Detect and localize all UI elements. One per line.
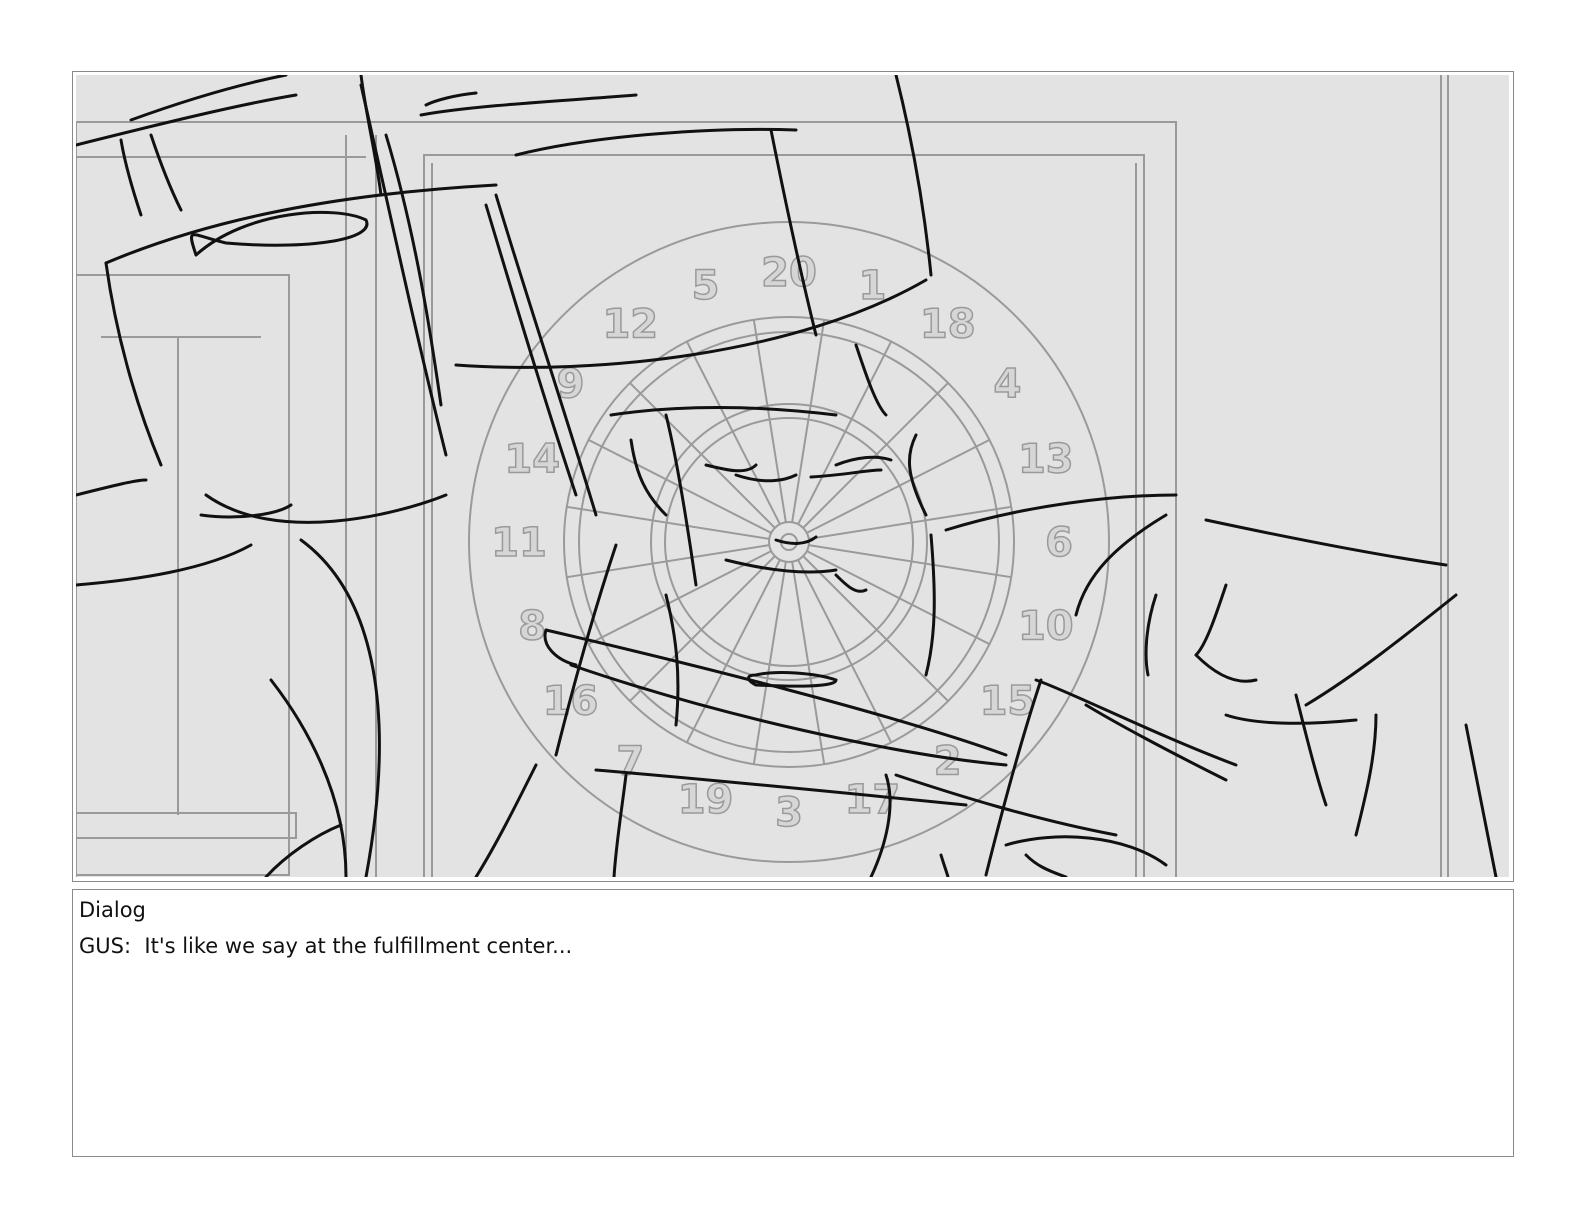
dartboard-number: 18 <box>920 302 976 348</box>
storyboard-panel-frame: 20 1 18 4 13 6 10 15 2 17 3 19 7 16 8 11 14 9 12 5 <box>72 71 1514 882</box>
dartboard-number: 17 <box>845 777 901 823</box>
dialog-heading: Dialog <box>79 898 146 922</box>
dartboard-number: 13 <box>1018 437 1074 483</box>
dartboard-number: 19 <box>678 777 734 823</box>
dartboard-number: 10 <box>1018 603 1074 649</box>
dartboard-number: 20 <box>761 250 817 296</box>
dartboard-number: 15 <box>980 679 1036 725</box>
dartboard-spoke <box>802 382 949 529</box>
dartboard-number: 5 <box>692 263 720 309</box>
dartboard-number: 12 <box>602 302 658 348</box>
room-background <box>76 75 1449 877</box>
storyboard-sketch: 20 1 18 4 13 6 10 15 2 17 3 19 7 16 8 11 14 9 12 5 <box>76 75 1509 877</box>
sketch-drawing: 20 11841361015217319716811149125 <box>76 75 1498 877</box>
dartboard-number: 7 <box>616 738 644 784</box>
dartboard-number: 2 <box>934 738 962 784</box>
dialog-box: Dialog GUS: It's like we say at the fulf… <box>72 889 1514 1157</box>
dartboard-number: 14 <box>504 437 560 483</box>
dartboard-number: 8 <box>518 603 546 649</box>
dartboard-number: 11 <box>491 520 547 566</box>
dartboard-number: 4 <box>994 361 1022 407</box>
dartboard-number: 6 <box>1045 520 1073 566</box>
dartboard-number: 3 <box>775 790 803 836</box>
dialog-line: GUS: It's like we say at the fulfillment… <box>79 934 573 958</box>
dartboard-spoke <box>629 382 776 529</box>
dartboard-spoke <box>802 555 949 702</box>
